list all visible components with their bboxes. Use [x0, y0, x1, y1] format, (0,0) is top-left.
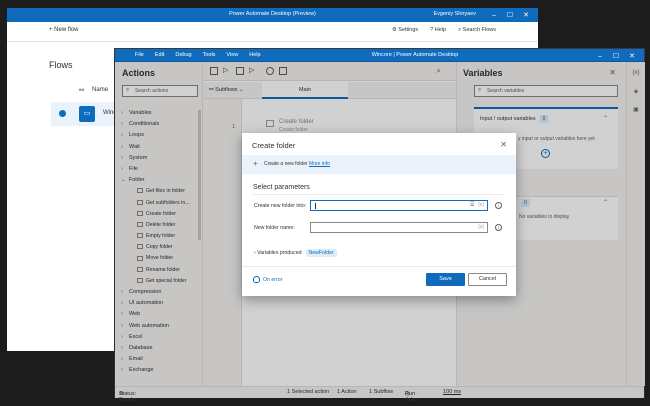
menu-help[interactable]: Help	[249, 52, 260, 58]
console-titlebar: Power Automate Desktop (Preview) Evgeniy…	[7, 8, 538, 22]
flows-title: Flows	[49, 60, 73, 70]
on-error-button[interactable]: On error	[253, 276, 282, 283]
folder-path-input[interactable]: ⌸ {x}	[310, 200, 488, 211]
folder-name-input[interactable]: {x}	[310, 222, 488, 233]
search-flows[interactable]: ⌕ Search Flows	[458, 27, 496, 34]
menu-file[interactable]: File	[135, 52, 144, 58]
variable-picker-icon[interactable]: {x}	[478, 202, 484, 208]
folder-browse-icon[interactable]: ⌸	[470, 202, 474, 209]
on-error-label: On error	[263, 276, 283, 283]
menu-bar: File Edit Debug Tools View Help	[135, 52, 261, 58]
minimize-icon[interactable]: –	[486, 9, 502, 21]
info-icon[interactable]: i	[495, 224, 502, 231]
dialog-footer-divider	[242, 266, 516, 267]
help-button[interactable]: ? Help	[430, 27, 446, 34]
more-info-link[interactable]: More info	[309, 161, 330, 167]
new-folder-variable[interactable]: NewFolder	[305, 249, 337, 257]
search-flows-label: Search Flows	[462, 27, 496, 33]
maximize-icon[interactable]: ☐	[502, 9, 518, 21]
menu-edit[interactable]: Edit	[155, 52, 164, 58]
variable-picker-icon[interactable]: {x}	[478, 224, 484, 230]
flows-column-header: ⚯ Name	[79, 87, 108, 94]
info-text: Create a new folder More info	[264, 161, 330, 167]
plus-icon: +	[253, 159, 258, 168]
shield-icon	[253, 276, 260, 283]
window-controls: – ☐ ✕	[486, 9, 534, 21]
settings-button[interactable]: ⚙ Settings	[392, 27, 418, 34]
menu-view[interactable]: View	[226, 52, 238, 58]
settings-label: Settings	[398, 27, 419, 33]
close-icon[interactable]: ✕	[500, 140, 507, 149]
help-label: Help	[434, 27, 447, 33]
console-toolbar: + New flow ⚙ Settings ? Help ⌕ Search Fl…	[7, 22, 538, 42]
divider	[253, 194, 505, 195]
select-parameters-heading: Select parameters	[253, 184, 310, 191]
variables-produced-label: Variables produced	[257, 250, 302, 256]
create-folder-dialog: Create folder ✕ + Create a new folder Mo…	[242, 133, 516, 296]
designer-title: Wincore | Power Automate Desktop	[371, 52, 459, 58]
cancel-button[interactable]: Cancel	[468, 273, 507, 286]
menu-tools[interactable]: Tools	[203, 52, 216, 58]
save-button[interactable]: Save	[426, 273, 465, 286]
dialog-info-bar: + Create a new folder More info	[242, 155, 516, 174]
folder-path-label: Create new folder into:	[254, 203, 307, 209]
text-cursor	[315, 203, 316, 209]
flow-type-icon: ⚯	[79, 88, 85, 94]
new-flow-label: New flow	[54, 27, 79, 33]
close-icon[interactable]: ✕	[518, 9, 534, 21]
new-flow-button[interactable]: + New flow	[49, 27, 79, 33]
menu-debug[interactable]: Debug	[175, 52, 191, 58]
folder-name-label: New folder name:	[254, 225, 295, 231]
desktop-flow-icon: ▭	[79, 106, 95, 122]
user-name[interactable]: Evgeniy Shiryaev	[434, 11, 477, 17]
column-name[interactable]: Name	[92, 87, 108, 94]
info-icon[interactable]: i	[495, 202, 502, 209]
info-description: Create a new folder	[264, 161, 308, 167]
flow-select-radio[interactable]	[59, 110, 66, 117]
variables-produced[interactable]: › Variables produced NewFolder	[254, 249, 337, 257]
dialog-title: Create folder	[252, 141, 296, 150]
